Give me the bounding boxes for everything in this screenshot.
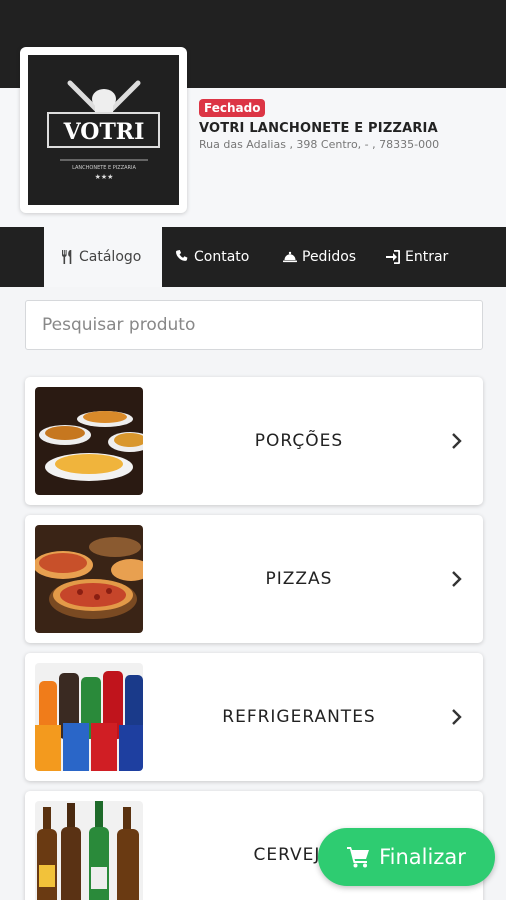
finalizar-button[interactable]: Finalizar bbox=[318, 828, 495, 886]
cart-icon bbox=[347, 847, 370, 868]
utensils-icon bbox=[62, 250, 72, 264]
category-card-refrigerantes[interactable]: REFRIGERANTES bbox=[25, 653, 483, 781]
finalizar-label: Finalizar bbox=[379, 845, 466, 869]
phone-icon bbox=[176, 250, 188, 261]
tab-pedidos[interactable]: Pedidos bbox=[282, 227, 356, 287]
search-input[interactable] bbox=[25, 300, 483, 350]
tab-label: Entrar bbox=[405, 249, 449, 265]
chevron-right-icon bbox=[452, 571, 462, 587]
tab-entrar[interactable]: Entrar bbox=[385, 227, 448, 287]
store-info: Fechado VOTRI LANCHONETE E PIZZARIA Rua … bbox=[199, 97, 499, 151]
store-logo: VOTRI LANCHONETE E PIZZARIA ★★★ bbox=[28, 55, 179, 205]
tab-contato[interactable]: Contato bbox=[174, 227, 249, 287]
logo-subtext: LANCHONETE E PIZZARIA bbox=[72, 165, 136, 171]
store-address: Rua das Adalias , 398 Centro, - , 78335-… bbox=[199, 138, 440, 151]
category-label: PIZZAS bbox=[265, 569, 333, 589]
chevron-right-icon bbox=[452, 433, 462, 449]
store-name: VOTRI LANCHONETE E PIZZARIA bbox=[199, 121, 438, 136]
chevron-right-icon bbox=[452, 709, 462, 725]
category-card-porcoes[interactable]: PORÇÕES bbox=[25, 377, 483, 505]
svg-text:★★★: ★★★ bbox=[95, 173, 114, 181]
category-image bbox=[35, 663, 143, 771]
tab-label: Contato bbox=[194, 249, 250, 265]
category-label: REFRIGERANTES bbox=[222, 707, 376, 727]
category-image bbox=[35, 801, 143, 900]
cloche-icon bbox=[283, 251, 297, 263]
category-image bbox=[35, 525, 143, 633]
sign-in-icon bbox=[386, 250, 400, 264]
category-card-pizzas[interactable]: PIZZAS bbox=[25, 515, 483, 643]
category-image bbox=[35, 387, 143, 495]
nav-bar: Catálogo Contato Pedidos Entrar bbox=[0, 227, 506, 287]
tab-label: Catálogo bbox=[79, 249, 142, 265]
logo-text: VOTRI bbox=[63, 119, 145, 145]
category-label: PORÇÕES bbox=[254, 431, 344, 451]
tab-label: Pedidos bbox=[302, 249, 357, 265]
status-badge: Fechado bbox=[199, 99, 266, 117]
tab-catalogo[interactable]: Catálogo bbox=[44, 227, 162, 287]
store-logo-card: VOTRI LANCHONETE E PIZZARIA ★★★ bbox=[20, 47, 187, 213]
